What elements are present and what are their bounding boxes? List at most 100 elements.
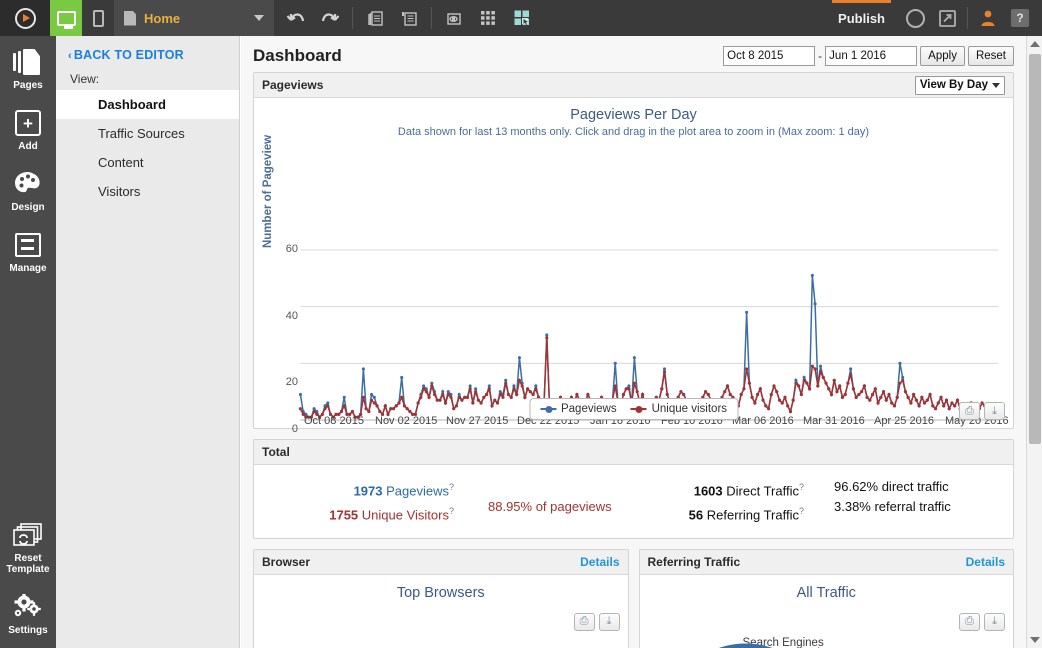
- data-point: [372, 395, 376, 399]
- device-mobile-button[interactable]: [82, 0, 114, 36]
- totals-col-traffic: 1603 Direct Traffic? 56 Referring Traffi…: [629, 477, 804, 526]
- data-point: [624, 387, 628, 391]
- data-point: [898, 381, 902, 385]
- help-button[interactable]: ?: [1004, 0, 1036, 36]
- data-point: [419, 395, 423, 399]
- legend-item-pageviews[interactable]: Pageviews: [539, 403, 617, 415]
- preview-button[interactable]: [438, 0, 470, 36]
- data-point: [766, 407, 771, 411]
- data-point: [805, 381, 809, 385]
- apply-button[interactable]: Apply: [920, 46, 965, 66]
- data-point: [342, 395, 346, 399]
- data-point: [843, 392, 847, 397]
- scroll-down-button[interactable]: [1027, 632, 1042, 648]
- device-desktop-button[interactable]: [50, 0, 82, 36]
- all-traffic-chart[interactable]: All Traffic ⎙ ⤓ Search Engines Other Ref…: [640, 575, 1014, 648]
- redo-button[interactable]: [314, 0, 346, 36]
- data-point: [923, 401, 927, 405]
- rail-item-add[interactable]: + Add: [0, 97, 56, 158]
- data-point: [504, 381, 508, 385]
- data-point: [517, 356, 521, 360]
- publish-label: Publish: [838, 10, 885, 26]
- data-point: [914, 398, 918, 402]
- sidebar-item-traffic-sources[interactable]: Traffic Sources: [56, 119, 239, 148]
- paste-page-button[interactable]: [393, 0, 425, 36]
- reset-button[interactable]: Reset: [967, 46, 1014, 66]
- data-point: [747, 381, 751, 385]
- data-point: [383, 404, 387, 408]
- vertical-scrollbar[interactable]: [1026, 36, 1042, 648]
- pageviews-chart[interactable]: Pageviews Per Day Data shown for last 13…: [254, 98, 1013, 435]
- rail-label-reset: Reset: [14, 553, 42, 564]
- data-point: [947, 407, 951, 411]
- rail-item-design[interactable]: Design: [0, 158, 56, 219]
- data-point: [950, 401, 954, 405]
- top-browsers-chart[interactable]: Top Browsers ⎙ ⤓ Other Chrome 23 Msie 7.…: [254, 575, 628, 648]
- data-point: [802, 375, 806, 380]
- data-point: [739, 392, 743, 397]
- open-external-button[interactable]: [931, 0, 963, 36]
- legend-marker-pageviews: [539, 405, 556, 413]
- data-point: [901, 375, 905, 380]
- data-point: [797, 384, 801, 388]
- browser-details-link[interactable]: Details: [580, 555, 619, 569]
- scrollbar-thumb[interactable]: [1029, 54, 1041, 444]
- referring-traffic-value: 56: [688, 507, 704, 523]
- data-point: [323, 407, 327, 411]
- data-point: [761, 398, 765, 402]
- undo-button[interactable]: [280, 0, 312, 36]
- chevron-down-icon: [1030, 637, 1040, 643]
- sidebar-item-dashboard[interactable]: Dashboard: [56, 90, 239, 119]
- referring-details-link[interactable]: Details: [966, 555, 1005, 569]
- chart-export-buttons: ⎙ ⤓: [959, 402, 1005, 420]
- data-point: [485, 392, 489, 397]
- legend-item-unique-visitors[interactable]: Unique visitors: [630, 403, 727, 415]
- data-point: [350, 409, 354, 414]
- data-point: [372, 401, 376, 405]
- copy-page-button[interactable]: [359, 0, 391, 36]
- data-point: [298, 407, 302, 411]
- x-tick-7: Mar 31 2016: [803, 415, 865, 427]
- rail-label-template: Template: [6, 564, 50, 575]
- data-point: [753, 401, 757, 405]
- site-search-button[interactable]: [899, 0, 931, 36]
- sidebar-item-content[interactable]: Content: [56, 148, 239, 177]
- chevron-up-icon: [1030, 41, 1040, 47]
- back-to-editor-link[interactable]: ‹ BACK TO EDITOR: [56, 36, 239, 72]
- sidebar-item-visitors[interactable]: Visitors: [56, 177, 239, 206]
- page-selector[interactable]: Home: [114, 0, 274, 36]
- data-point: [427, 395, 431, 399]
- logo-icon: [14, 7, 36, 29]
- data-point: [928, 392, 932, 397]
- rail-item-pages[interactable]: Pages: [0, 36, 56, 97]
- back-caret-icon: ‹: [68, 50, 72, 62]
- x-tick-2: Nov 27 2015: [446, 415, 509, 427]
- data-point: [487, 387, 491, 391]
- download-icon[interactable]: ⤓: [984, 402, 1005, 420]
- data-point: [865, 395, 869, 399]
- scroll-up-button[interactable]: [1027, 36, 1042, 52]
- data-point: [298, 392, 302, 397]
- data-point: [454, 404, 459, 408]
- data-point: [632, 356, 636, 360]
- pageviews-panel-title: Pageviews: [262, 78, 324, 92]
- date-from-input[interactable]: [723, 46, 816, 66]
- publish-button[interactable]: Publish: [824, 0, 899, 36]
- totals-panel-header: Total: [254, 440, 1013, 465]
- rail-item-settings[interactable]: Settings: [0, 581, 56, 642]
- print-icon[interactable]: ⎙: [959, 402, 980, 420]
- layout-select-button[interactable]: [506, 0, 538, 36]
- rail-item-reset-template[interactable]: Reset Template: [0, 509, 56, 581]
- grid-button[interactable]: [472, 0, 504, 36]
- date-to-input[interactable]: [825, 46, 918, 66]
- data-point: [474, 390, 478, 394]
- totals-panel: Total 1973 Pageviews? 1755 Unique Visito…: [253, 439, 1014, 539]
- data-point: [534, 387, 538, 391]
- rail-item-manage[interactable]: Manage: [0, 219, 56, 280]
- view-by-select[interactable]: View By Day: [914, 75, 1005, 95]
- user-account-button[interactable]: [972, 0, 1004, 36]
- pageviews-plot-area[interactable]: [254, 98, 1013, 428]
- app-logo-button[interactable]: [0, 0, 50, 36]
- top-toolbar: Home Publish ?: [0, 0, 1042, 36]
- chevron-down-icon[interactable]: [254, 15, 264, 21]
